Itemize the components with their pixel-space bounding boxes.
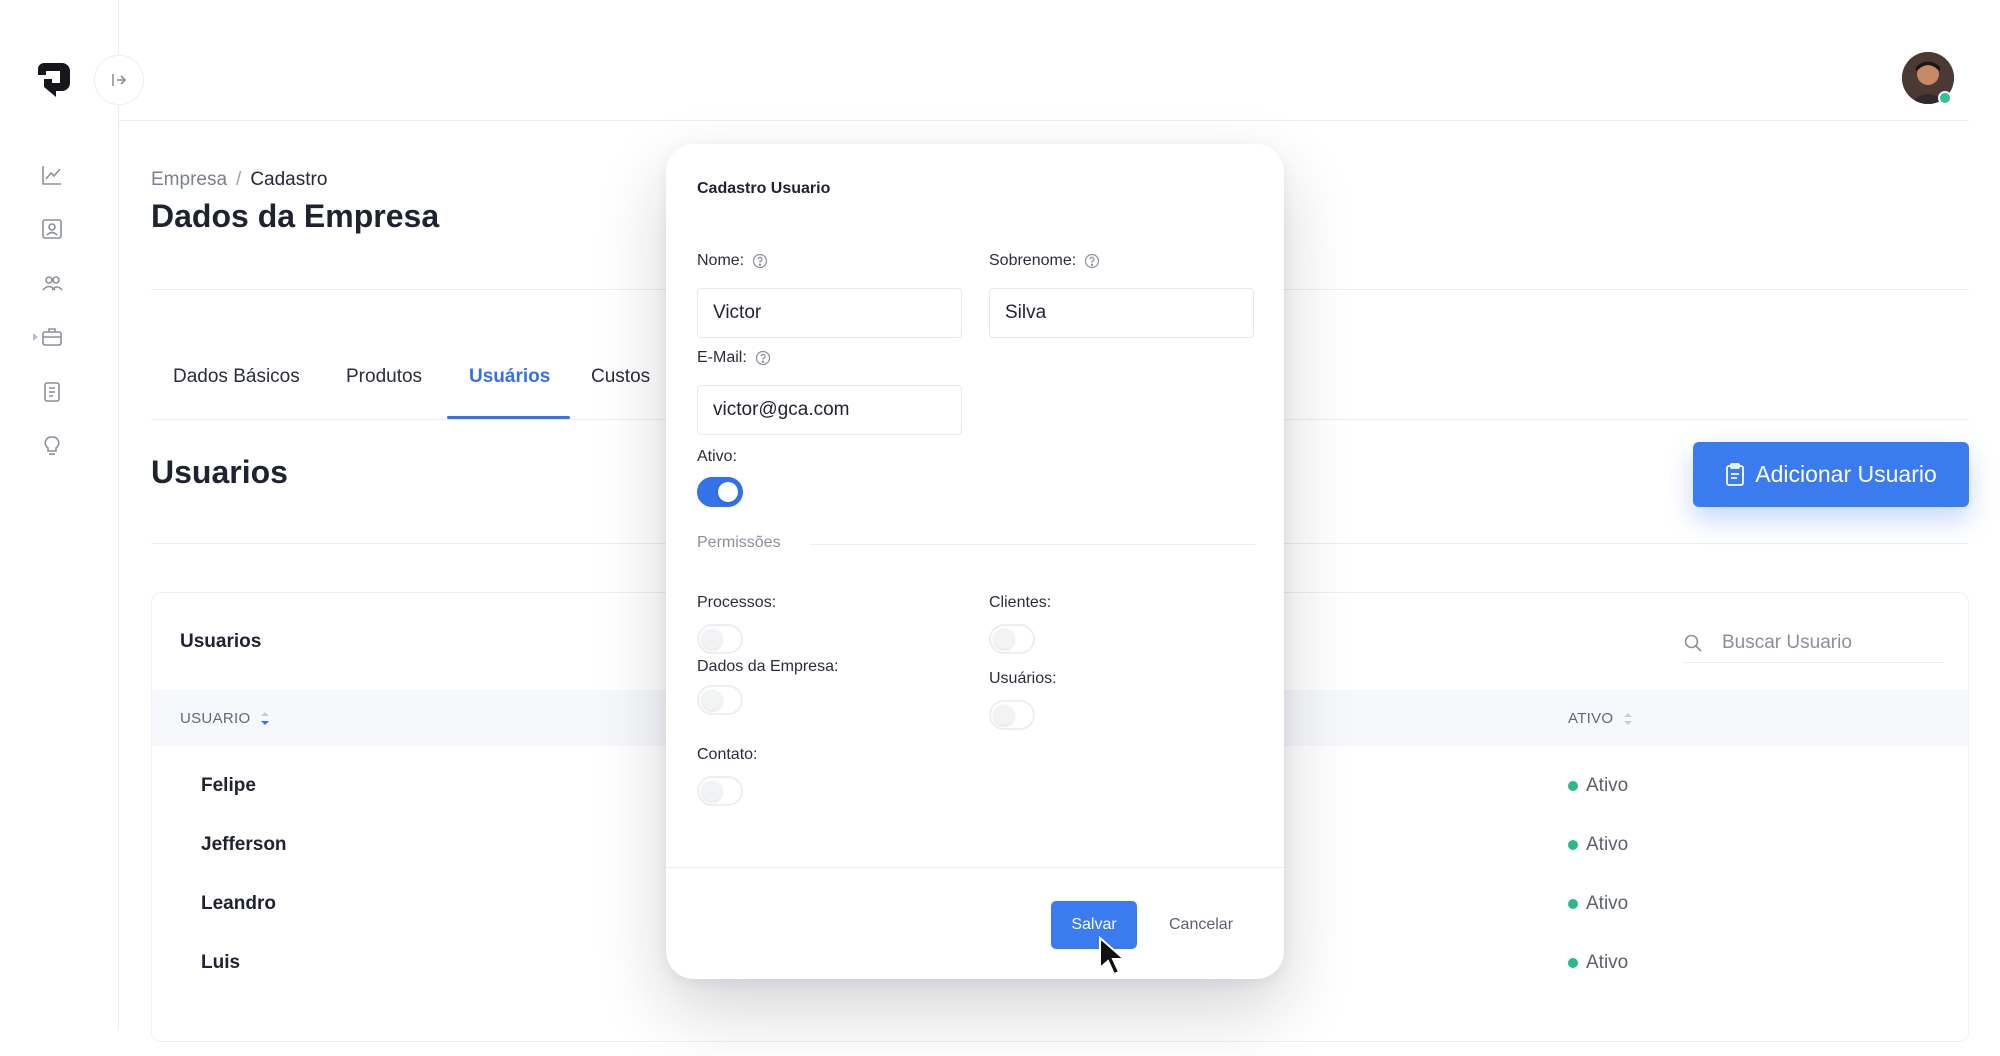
permissions-divider — [810, 544, 1255, 545]
status-badge: Ativo — [1568, 952, 1628, 974]
nome-input[interactable] — [697, 288, 962, 338]
email-label-text: E-Mail: — [697, 349, 747, 366]
card-title: Usuarios — [180, 631, 262, 652]
user-name: Felipe — [201, 775, 256, 796]
modal-footer-divider — [666, 867, 1284, 868]
cancel-button[interactable]: Cancelar — [1156, 901, 1246, 949]
breadcrumb: Empresa / Cadastro — [151, 169, 327, 191]
usuarios-label: Usuários: — [989, 670, 1057, 687]
chart-line-icon[interactable] — [41, 164, 63, 186]
clientes-label: Clientes: — [989, 594, 1052, 611]
tab-custos[interactable]: Custos — [591, 366, 650, 388]
expand-arrow-icon — [112, 74, 127, 86]
expand-caret-icon — [33, 333, 38, 341]
document-icon[interactable] — [41, 381, 63, 403]
page-title: Dados da Empresa — [151, 198, 440, 234]
help-icon[interactable] — [752, 253, 768, 269]
modal-title: Cadastro Usuario — [697, 180, 831, 197]
sidebar — [0, 0, 119, 1030]
search-icon — [1682, 632, 1704, 654]
search-input[interactable] — [1722, 631, 1922, 654]
add-user-label: Adicionar Usuario — [1755, 461, 1937, 487]
status-dot — [1568, 840, 1578, 850]
status-text: Ativo — [1586, 775, 1629, 796]
toggle-knob — [702, 781, 722, 801]
status-dot — [1568, 899, 1578, 909]
toggle-knob — [702, 690, 722, 710]
search-box — [1682, 623, 1944, 663]
toggle-knob — [718, 482, 738, 502]
user-name: Jefferson — [201, 834, 287, 855]
column-label-ativo: ATIVO — [1568, 710, 1614, 727]
toggle-knob — [994, 629, 1014, 649]
nome-label-text: Nome: — [697, 252, 745, 269]
breadcrumb-current: Cadastro — [250, 169, 328, 190]
clientes-toggle[interactable] — [989, 624, 1035, 654]
toggle-knob — [702, 629, 722, 649]
contato-toggle[interactable] — [697, 776, 743, 806]
breadcrumb-separator: / — [236, 169, 242, 190]
user-form-modal: Cadastro Usuario Nome: Sobrenome: E-Mail… — [666, 144, 1284, 979]
tab-usuarios[interactable]: Usuários — [469, 366, 550, 388]
help-icon[interactable] — [755, 350, 771, 366]
section-title: Usuarios — [151, 454, 288, 490]
sobrenome-label: Sobrenome: — [989, 252, 1100, 270]
toggle-knob — [994, 705, 1014, 725]
clipboard-icon — [1726, 462, 1745, 486]
status-badge: Ativo — [1568, 893, 1628, 915]
dados-empresa-label: Dados da Empresa: — [697, 658, 839, 675]
lightbulb-icon[interactable] — [41, 435, 63, 457]
sobrenome-label-text: Sobrenome: — [989, 252, 1077, 269]
briefcase-icon[interactable] — [41, 326, 63, 348]
brand-logo[interactable] — [34, 59, 72, 99]
breadcrumb-parent[interactable]: Empresa — [151, 169, 227, 190]
ativo-toggle[interactable] — [697, 477, 743, 507]
topbar-divider — [119, 120, 1969, 121]
collapse-sidebar-button[interactable] — [94, 55, 144, 105]
column-header-usuario[interactable]: USUARIO — [180, 710, 270, 727]
permissions-label: Permissões — [697, 534, 781, 551]
users-icon[interactable] — [41, 272, 63, 294]
tab-dados-basicos[interactable]: Dados Básicos — [173, 366, 300, 388]
add-user-button[interactable]: Adicionar Usuario — [1693, 442, 1969, 507]
user-name: Luis — [201, 952, 241, 973]
nome-label: Nome: — [697, 252, 768, 270]
user-card-icon[interactable] — [41, 218, 63, 240]
status-text: Ativo — [1586, 952, 1629, 973]
column-header-ativo[interactable]: ATIVO — [1568, 710, 1633, 727]
user-name: Leandro — [201, 893, 276, 914]
processos-toggle[interactable] — [697, 624, 743, 654]
status-text: Ativo — [1586, 834, 1629, 855]
usuarios-toggle[interactable] — [989, 700, 1035, 730]
sort-icon — [1624, 712, 1633, 725]
column-label-usuario: USUARIO — [180, 710, 251, 727]
sobrenome-input[interactable] — [989, 288, 1254, 338]
dados-empresa-toggle[interactable] — [697, 685, 743, 715]
processos-label: Processos: — [697, 594, 777, 611]
mouse-cursor-icon — [1099, 936, 1127, 976]
tab-produtos[interactable]: Produtos — [346, 366, 422, 388]
status-badge: Ativo — [1568, 834, 1628, 856]
email-label: E-Mail: — [697, 349, 771, 367]
status-badge: Ativo — [1568, 775, 1628, 797]
status-text: Ativo — [1586, 893, 1629, 914]
online-status-dot — [1938, 91, 1952, 105]
status-dot — [1568, 958, 1578, 968]
ativo-label: Ativo: — [697, 448, 738, 465]
active-tab-indicator — [447, 416, 570, 419]
contato-label: Contato: — [697, 746, 758, 763]
sort-desc-icon — [261, 711, 270, 725]
status-dot — [1568, 781, 1578, 791]
email-field[interactable] — [697, 385, 962, 435]
help-icon[interactable] — [1084, 253, 1100, 269]
